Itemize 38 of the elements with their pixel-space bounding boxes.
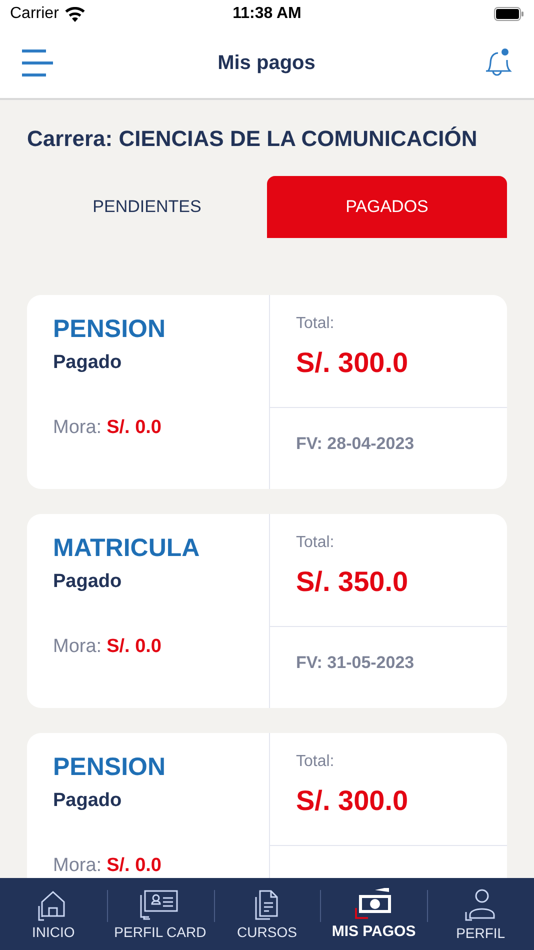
document-icon: [254, 888, 280, 920]
tab[interactable]: PAGADOS: [267, 176, 507, 238]
career-title: Carrera: CIENCIAS DE LA COMUNICACIÓN: [27, 126, 478, 152]
money-icon: [354, 888, 393, 920]
due-date: FV: 28-04-2023: [295, 433, 416, 454]
payment-status: Pagado: [53, 790, 123, 812]
page-title: Mis pagos: [218, 52, 316, 74]
menu-icon[interactable]: [20, 48, 53, 78]
due-date: FV: 31-05-2023: [295, 652, 416, 673]
total-label: Total:: [296, 753, 336, 771]
payment-status: Pagado: [53, 352, 123, 374]
mora-label: Mora:: [53, 855, 102, 877]
payment-concept: PENSION: [53, 753, 167, 782]
total-amount: S/. 300.0: [296, 347, 410, 379]
total-label: Total:: [296, 315, 336, 333]
total-amount: S/. 300.0: [296, 785, 410, 817]
payment-status: Pagado: [53, 571, 123, 593]
person-icon: [464, 888, 498, 922]
wifi-icon: [64, 6, 85, 22]
nav-item[interactable]: CURSOS: [214, 878, 320, 950]
payment-concept: MATRICULA: [53, 534, 201, 563]
mora-amount: S/. 0.0: [106, 855, 162, 877]
battery-icon: [494, 7, 524, 21]
total-amount: S/. 350.0: [296, 566, 410, 598]
nav-item[interactable]: MIS PAGOS: [320, 878, 428, 950]
total-label: Total:: [296, 534, 336, 552]
carrier-name: Carrier: [10, 5, 59, 23]
clock-time: 11:38 AM: [232, 5, 302, 23]
tab[interactable]: PENDIENTES: [27, 176, 267, 238]
mora-amount: S/. 0.0: [106, 417, 162, 439]
nav-item[interactable]: PERFIL: [427, 878, 534, 950]
nav-item[interactable]: PERFIL CARD: [106, 878, 214, 950]
payment-concept: PENSION: [53, 315, 167, 344]
id-card-icon: [140, 888, 180, 920]
mora-amount: S/. 0.0: [106, 636, 162, 658]
mora-label: Mora:: [53, 636, 102, 658]
mora-label: Mora:: [53, 417, 102, 439]
nav-item[interactable]: INICIO: [0, 878, 107, 950]
